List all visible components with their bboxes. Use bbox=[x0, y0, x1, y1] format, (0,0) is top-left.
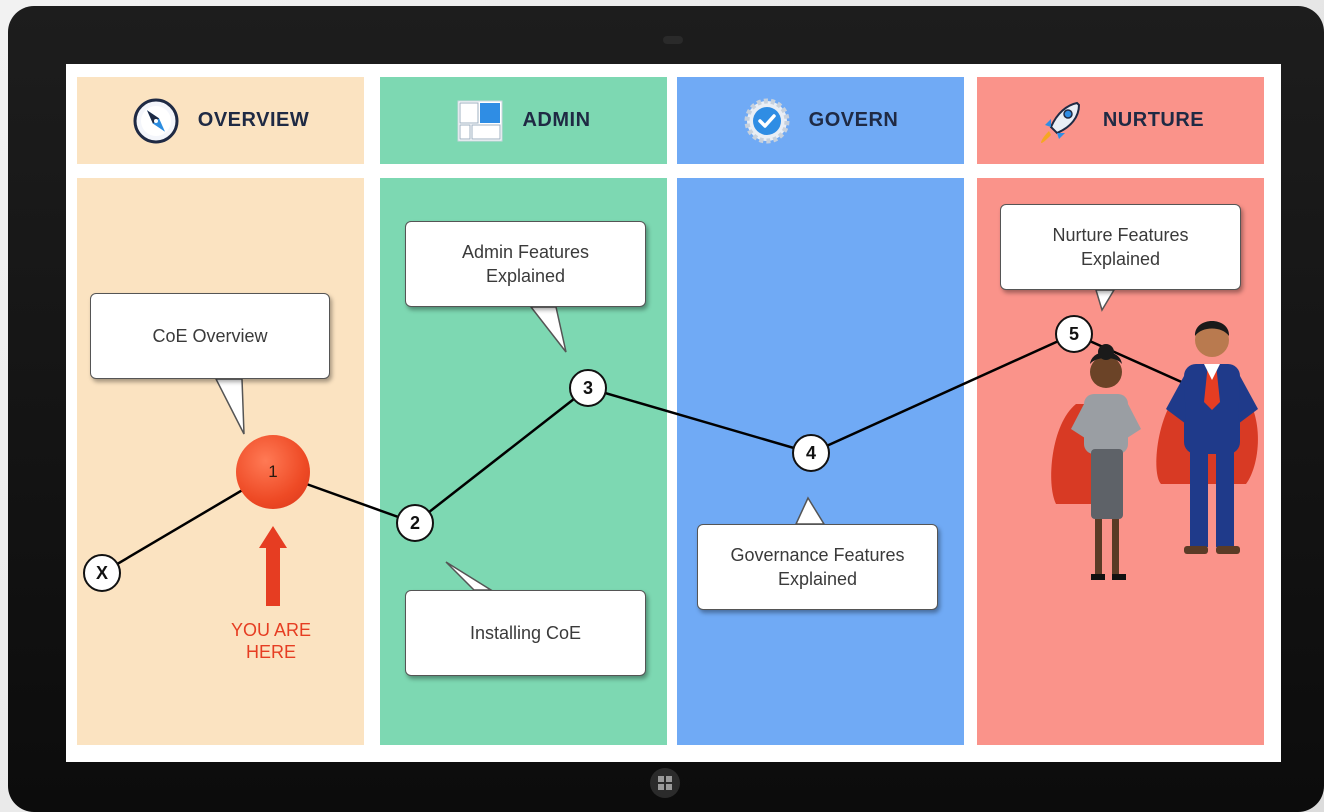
callout-admin-features: Admin Features Explained bbox=[405, 221, 646, 307]
path-segment bbox=[414, 387, 589, 524]
node-5[interactable]: 5 bbox=[1055, 315, 1093, 353]
camera-icon bbox=[663, 36, 683, 44]
node-4[interactable]: 4 bbox=[792, 434, 830, 472]
up-arrow-icon bbox=[259, 526, 287, 606]
slide: OVERVIEW ADMIN GOVERN NURTURE CoE Overvi… bbox=[66, 64, 1281, 762]
node-1-current[interactable]: 1 bbox=[236, 435, 310, 509]
bubble-tail bbox=[214, 378, 245, 435]
callout-governance-features: Governance Features Explained bbox=[697, 524, 938, 610]
you-are-here-label: YOU ARE HERE bbox=[230, 620, 312, 662]
man-hero-illustration bbox=[1156, 321, 1258, 554]
callout-installing-coe: Installing CoE bbox=[405, 590, 646, 676]
bubble-tail bbox=[445, 561, 494, 591]
windows-icon bbox=[658, 776, 672, 790]
bubble-tail bbox=[794, 496, 826, 525]
windows-home-button[interactable] bbox=[650, 768, 680, 798]
path-segment bbox=[810, 332, 1075, 455]
path-segment bbox=[587, 386, 812, 455]
callout-nurture-features: Nurture Features Explained bbox=[1000, 204, 1241, 290]
node-start[interactable]: X bbox=[83, 554, 121, 592]
callout-coe-overview: CoE Overview bbox=[90, 293, 330, 379]
node-3[interactable]: 3 bbox=[569, 369, 607, 407]
bubble-tail bbox=[1094, 289, 1116, 312]
woman-hero-illustration bbox=[1051, 344, 1141, 580]
bubble-tail bbox=[529, 306, 567, 353]
node-2[interactable]: 2 bbox=[396, 504, 434, 542]
